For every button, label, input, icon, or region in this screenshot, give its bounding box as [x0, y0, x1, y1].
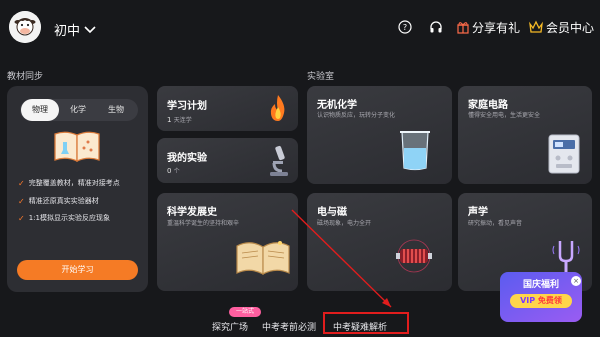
- annotation-arrow: [291, 209, 392, 308]
